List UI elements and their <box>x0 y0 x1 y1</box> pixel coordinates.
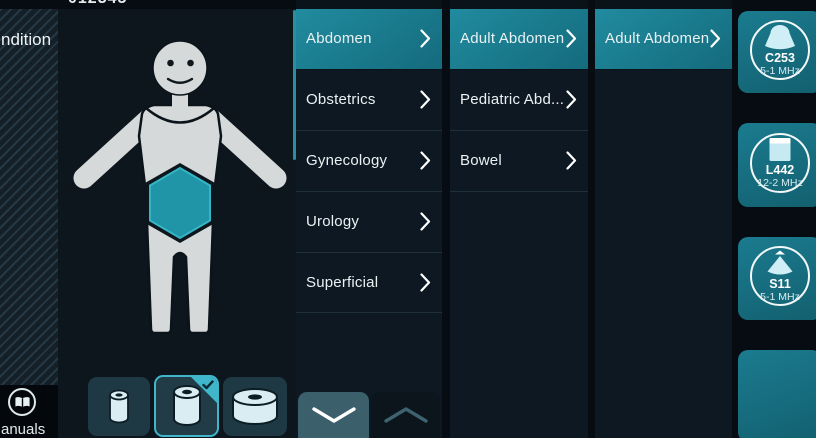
chevron-right-icon <box>420 151 431 170</box>
menu-item-adult-abdomen-preset[interactable]: Adult Abdomen <box>595 9 732 70</box>
chevron-right-icon <box>420 212 431 231</box>
condition-label: ndition <box>1 30 51 50</box>
left-sidebar-hatched-panel: ndition <box>0 9 58 385</box>
scroll-arrow-row <box>296 392 442 438</box>
menu-item-adult-abdomen[interactable]: Adult Abdomen <box>450 9 588 70</box>
curved-array-probe-icon <box>763 23 797 51</box>
column-top-spacer <box>595 0 732 9</box>
menu-item-pediatric-abdomen[interactable]: Pediatric Abd... <box>450 70 588 131</box>
chevron-right-icon <box>420 90 431 109</box>
cylinder-large-icon <box>229 387 281 427</box>
patient-body-figure <box>58 9 296 438</box>
transducer-circle: S11 5-1 MHz <box>750 246 810 306</box>
menu-item-label: Adult Abdomen <box>460 30 564 47</box>
patient-id: 012345 <box>68 0 127 8</box>
body-type-small-button[interactable] <box>88 377 150 436</box>
body-type-medium-button[interactable] <box>154 375 219 437</box>
transducer-frequency: 12-2 MHz <box>757 177 803 190</box>
menu-item-urology[interactable]: Urology <box>296 192 442 253</box>
transducer-frequency: 5-1 MHz <box>760 65 800 78</box>
menu-item-label: Obstetrics <box>306 91 376 108</box>
menu-item-label: Adult Abdomen <box>605 30 709 47</box>
menu-item-superficial[interactable]: Superficial <box>296 253 442 314</box>
transducer-empty-slot-button[interactable] <box>738 350 816 438</box>
menu-item-label: Gynecology <box>306 152 387 169</box>
column-top-spacer <box>296 0 442 9</box>
transducer-circle: L442 12-2 MHz <box>750 133 810 193</box>
menu-item-label: Abdomen <box>306 30 372 47</box>
ultrasound-exam-select-screen: 012345 ndition anuals <box>0 0 816 438</box>
scroll-up-button[interactable] <box>371 392 440 438</box>
chevron-right-icon <box>420 29 431 48</box>
exam-type-column: Adult Abdomen Pediatric Abd... Bowel <box>450 0 588 438</box>
chevron-up-icon <box>383 406 429 424</box>
linear-array-probe-icon <box>763 136 797 163</box>
transducer-c253-button[interactable]: C253 5-1 MHz <box>738 11 816 93</box>
manuals-label: anuals <box>1 421 45 438</box>
exam-category-column: Abdomen Obstetrics Gynecology Urology Su… <box>296 0 442 438</box>
transducer-l442-button[interactable]: L442 12-2 MHz <box>738 123 816 207</box>
sector-probe-icon <box>763 249 797 277</box>
transducer-name: S11 <box>769 277 791 291</box>
chevron-right-icon <box>566 90 577 109</box>
scroll-down-button[interactable] <box>298 392 369 438</box>
chevron-right-icon <box>710 29 721 48</box>
column-top-spacer <box>450 0 588 9</box>
menu-item-abdomen[interactable]: Abdomen <box>296 9 442 70</box>
patient-figure-panel <box>58 9 296 438</box>
check-icon <box>202 380 214 390</box>
exam-preset-column: Adult Abdomen <box>595 0 732 438</box>
chevron-right-icon <box>420 273 431 292</box>
chevron-down-icon <box>311 406 357 424</box>
open-book-icon <box>8 388 36 416</box>
menu-item-label: Urology <box>306 213 359 230</box>
transducer-s11-button[interactable]: S11 5-1 MHz <box>738 237 816 320</box>
menu-item-label: Superficial <box>306 274 378 291</box>
menu-item-label: Pediatric Abd... <box>460 91 564 108</box>
cylinder-small-icon <box>106 389 132 425</box>
transducer-name: L442 <box>766 163 795 177</box>
chevron-right-icon <box>566 29 577 48</box>
menu-item-label: Bowel <box>460 152 502 169</box>
menu-item-gynecology[interactable]: Gynecology <box>296 131 442 192</box>
menu-item-bowel[interactable]: Bowel <box>450 131 588 192</box>
menu-item-obstetrics[interactable]: Obstetrics <box>296 70 442 131</box>
transducer-circle: C253 5-1 MHz <box>750 20 810 80</box>
manuals-button[interactable]: anuals <box>0 385 63 438</box>
transducer-name: C253 <box>765 51 795 65</box>
transducer-frequency: 5-1 MHz <box>760 291 800 304</box>
chevron-right-icon <box>566 151 577 170</box>
body-type-large-button[interactable] <box>223 377 287 436</box>
